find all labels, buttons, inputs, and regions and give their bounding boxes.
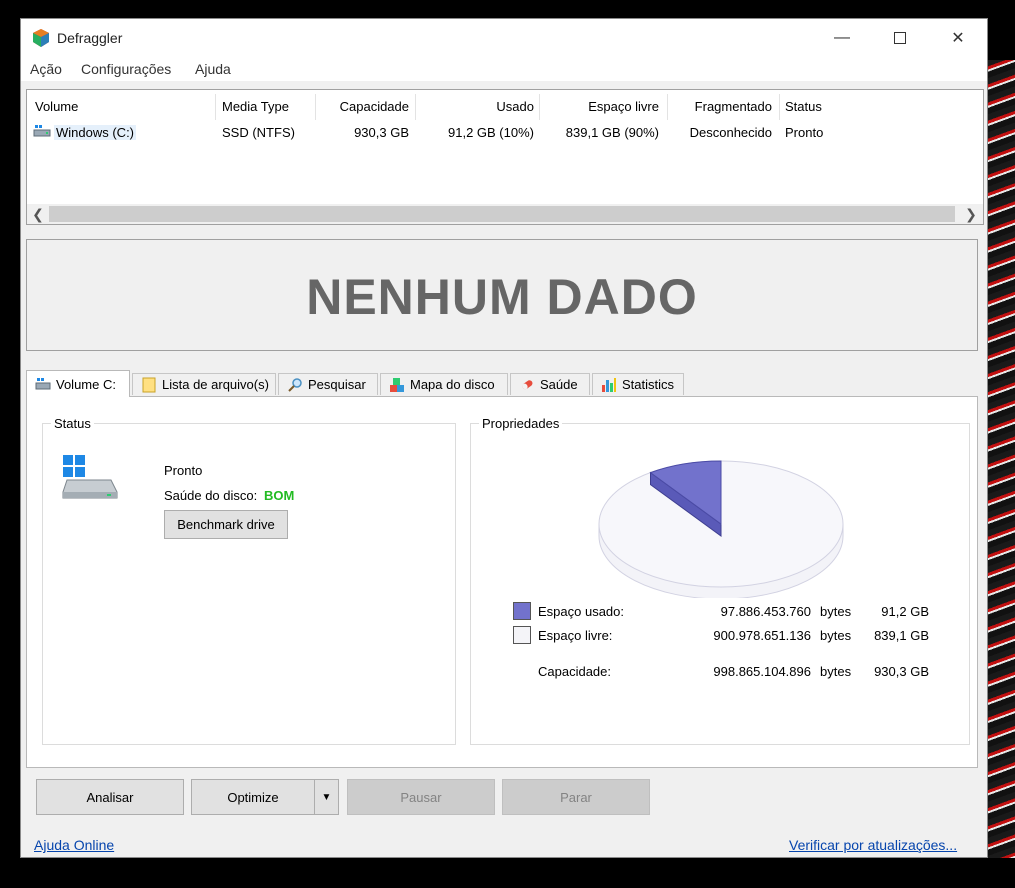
column-separator [539,94,540,120]
drive-large-icon [62,455,118,499]
cell-media-type: SSD (NTFS) [222,125,295,140]
tab-health[interactable]: Saúde [510,373,590,395]
close-icon: ✕ [951,30,965,47]
health-value: BOM [264,488,295,503]
tab-disk-map[interactable]: Mapa do disco [380,373,508,395]
menu-configuracoes[interactable]: Configurações [81,61,171,77]
status-group-title: Status [51,416,94,431]
health-label: Saúde do disco: [164,488,258,503]
disk-map-icon [390,377,404,392]
cell-fragmented: Desconhecido [689,125,772,140]
tab-search[interactable]: Pesquisar [278,373,378,395]
chevron-down-icon: ▼ [321,791,332,803]
health-icon [522,379,533,389]
optimize-dropdown-button[interactable]: ▼ [314,779,339,815]
column-separator [215,94,216,120]
analyze-button[interactable]: Analisar [36,779,184,815]
cell-capacity: 930,3 GB [354,125,409,140]
properties-group: Propriedades Espaço usado: 97.886.453.76… [470,416,970,745]
status-group: Status Pronto Saúde do disco: BOM Benchm… [42,416,456,745]
title-bar: Defraggler — ✕ [21,19,987,57]
column-header-volume[interactable]: Volume [35,99,78,114]
scrollbar-thumb[interactable] [49,206,955,222]
used-size: 91,2 GB [881,604,929,619]
desktop-background-art [988,60,1015,888]
column-header-used[interactable]: Usado [417,99,534,114]
disk-usage-pie-chart [598,460,844,598]
drive-icon [35,378,51,390]
optimize-button[interactable]: Optimize [191,779,315,815]
tab-file-list[interactable]: Lista de arquivo(s) [132,373,276,395]
tab-panel: Status Pronto Saúde do disco: BOM Benchm… [26,396,978,768]
cell-used: 91,2 GB (10%) [448,125,534,140]
menu-acao[interactable]: Ação [30,61,62,77]
tab-label: Statistics [622,377,675,392]
minimize-icon: — [834,29,850,46]
cell-free: 839,1 GB (90%) [565,125,659,140]
tab-statistics[interactable]: Statistics [592,373,684,395]
column-header-media-type[interactable]: Media Type [222,99,289,114]
no-data-message: NENHUM DADO [306,269,698,325]
online-help-link[interactable]: Ajuda Online [34,837,114,853]
maximize-icon [894,32,906,44]
capacity-unit: bytes [820,664,852,679]
column-separator [315,94,316,120]
benchmark-drive-button[interactable]: Benchmark drive [164,510,288,539]
column-separator [415,94,416,120]
volume-list: Volume Media Type Capacidade Usado Espaç… [26,89,984,225]
column-header-fragmented[interactable]: Fragmentado [669,99,772,114]
column-header-status[interactable]: Status [785,99,822,114]
cell-volume: Windows (C:) [54,125,137,140]
scroll-left-icon[interactable]: ❮ [28,205,48,223]
tab-label: Pesquisar [308,377,366,392]
check-updates-link[interactable]: Verificar por atualizações... [789,837,957,853]
used-bytes: 97.886.453.760 [720,604,811,619]
legend-free-swatch [513,626,531,644]
column-header-capacity[interactable]: Capacidade [317,99,409,114]
app-window: Defraggler — ✕ Ação Configurações Ajuda … [20,18,988,858]
pause-button[interactable]: Pausar [347,779,495,815]
drive-icon [33,125,51,137]
legend-free-label: Espaço livre: [538,628,613,643]
tab-volume[interactable]: Volume C: [26,370,130,397]
capacity-label: Capacidade: [538,664,611,679]
column-separator [667,94,668,120]
tab-label: Lista de arquivo(s) [162,377,269,392]
tab-label: Saúde [540,377,578,392]
desktop-background [0,858,1015,888]
menu-ajuda[interactable]: Ajuda [195,61,231,77]
close-button[interactable]: ✕ [935,19,981,57]
capacity-size: 930,3 GB [874,664,929,679]
horizontal-scrollbar[interactable]: ❮ ❯ [27,204,983,224]
maximize-button[interactable] [877,19,923,57]
status-text: Pronto [164,463,203,478]
legend-used-label: Espaço usado: [538,604,625,619]
drive-map: NENHUM DADO [26,239,978,351]
defraggler-logo-icon [33,29,49,47]
minimize-button[interactable]: — [819,19,865,57]
properties-group-title: Propriedades [479,416,563,431]
scroll-right-icon[interactable]: ❯ [961,205,981,223]
search-icon [288,377,302,392]
column-header-free[interactable]: Espaço livre [541,99,659,114]
free-bytes: 900.978.651.136 [713,628,811,643]
free-unit: bytes [820,628,852,643]
column-separator [779,94,780,120]
used-unit: bytes [820,604,852,619]
legend-used-swatch [513,602,531,620]
file-list-icon [142,377,156,392]
stop-button[interactable]: Parar [502,779,650,815]
tab-label: Mapa do disco [410,377,495,392]
capacity-bytes: 998.865.104.896 [713,664,811,679]
window-title: Defraggler [57,30,123,46]
tab-label: Volume C: [56,376,116,392]
statistics-icon [602,377,616,392]
menu-bar: Ação Configurações Ajuda [21,57,987,81]
free-size: 839,1 GB [874,628,929,643]
cell-status: Pronto [785,125,824,140]
